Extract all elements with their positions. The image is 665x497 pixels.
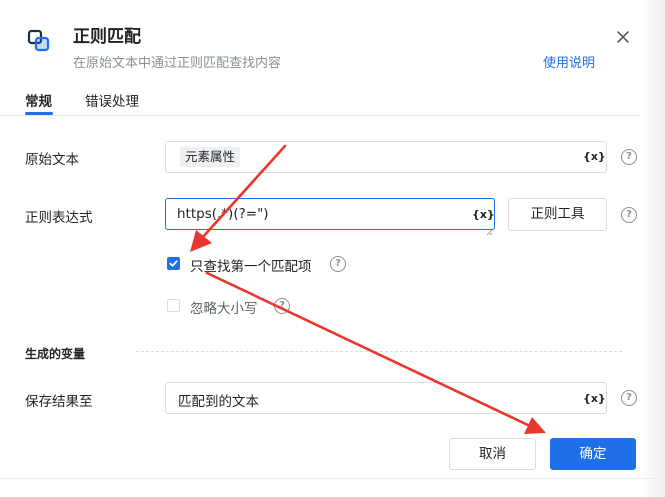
annotation-arrows xyxy=(190,144,546,434)
annotation-arrow xyxy=(205,271,546,434)
annotation-arrow xyxy=(190,144,287,252)
